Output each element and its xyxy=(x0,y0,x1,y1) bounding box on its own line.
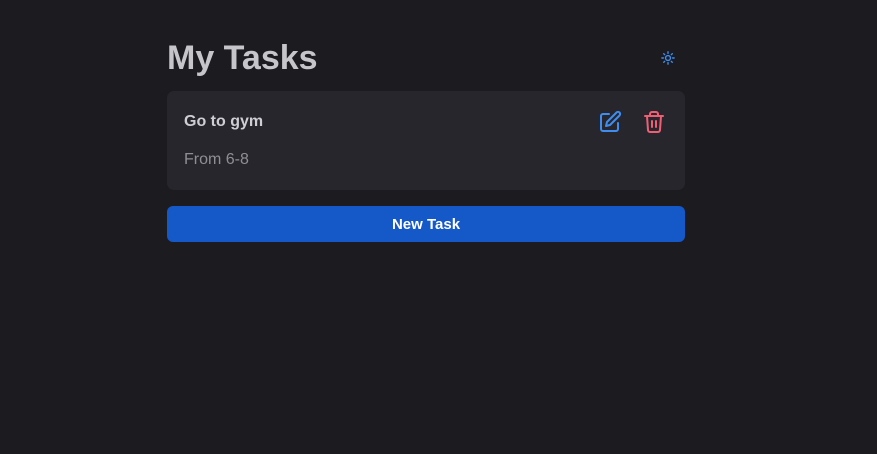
new-task-button[interactable]: New Task xyxy=(167,206,685,242)
header: My Tasks xyxy=(167,30,685,86)
page-title: My Tasks xyxy=(167,39,318,77)
edit-task-button[interactable] xyxy=(598,110,622,134)
task-title: Go to gym xyxy=(184,113,264,130)
app-container: My Tasks Go to gym From 6-8 New Task xyxy=(167,30,685,242)
delete-task-button[interactable] xyxy=(642,110,666,134)
sun-icon xyxy=(661,51,675,65)
task-description: From 6-8 xyxy=(184,151,249,168)
edit-icon xyxy=(600,110,622,132)
theme-toggle-button[interactable] xyxy=(659,49,677,67)
trash-icon xyxy=(644,111,664,133)
task-card: Go to gym From 6-8 xyxy=(167,91,685,190)
